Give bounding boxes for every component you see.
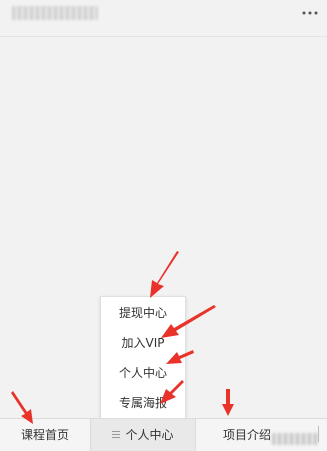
menu-lines-icon [112, 431, 121, 438]
popup-item-exclusive-poster[interactable]: 专属海报 [101, 390, 185, 416]
blurred-tab-label [272, 433, 318, 445]
popup-menu: 提现中心 加入VIP 个人中心 专属海报 [100, 296, 186, 420]
annotation-arrow [222, 389, 234, 416]
top-bar [0, 0, 327, 37]
popup-item-withdraw-center[interactable]: 提现中心 [101, 300, 185, 326]
annotation-arrow [150, 251, 179, 298]
tab-personal-center-label: 个人中心 [125, 428, 174, 442]
tab-divider [318, 426, 319, 442]
popup-item-join-vip[interactable]: 加入VIP [101, 330, 185, 356]
blurred-title [12, 6, 98, 20]
popup-item-personal-center[interactable]: 个人中心 [101, 360, 185, 386]
tab-personal-center[interactable]: 个人中心 [90, 419, 196, 451]
tab-course-home-label: 课程首页 [20, 428, 69, 442]
tab-project-intro-label: 项目介绍 [223, 428, 272, 442]
more-dots-icon[interactable] [299, 7, 321, 19]
tab-course-home[interactable]: 课程首页 [0, 419, 90, 451]
